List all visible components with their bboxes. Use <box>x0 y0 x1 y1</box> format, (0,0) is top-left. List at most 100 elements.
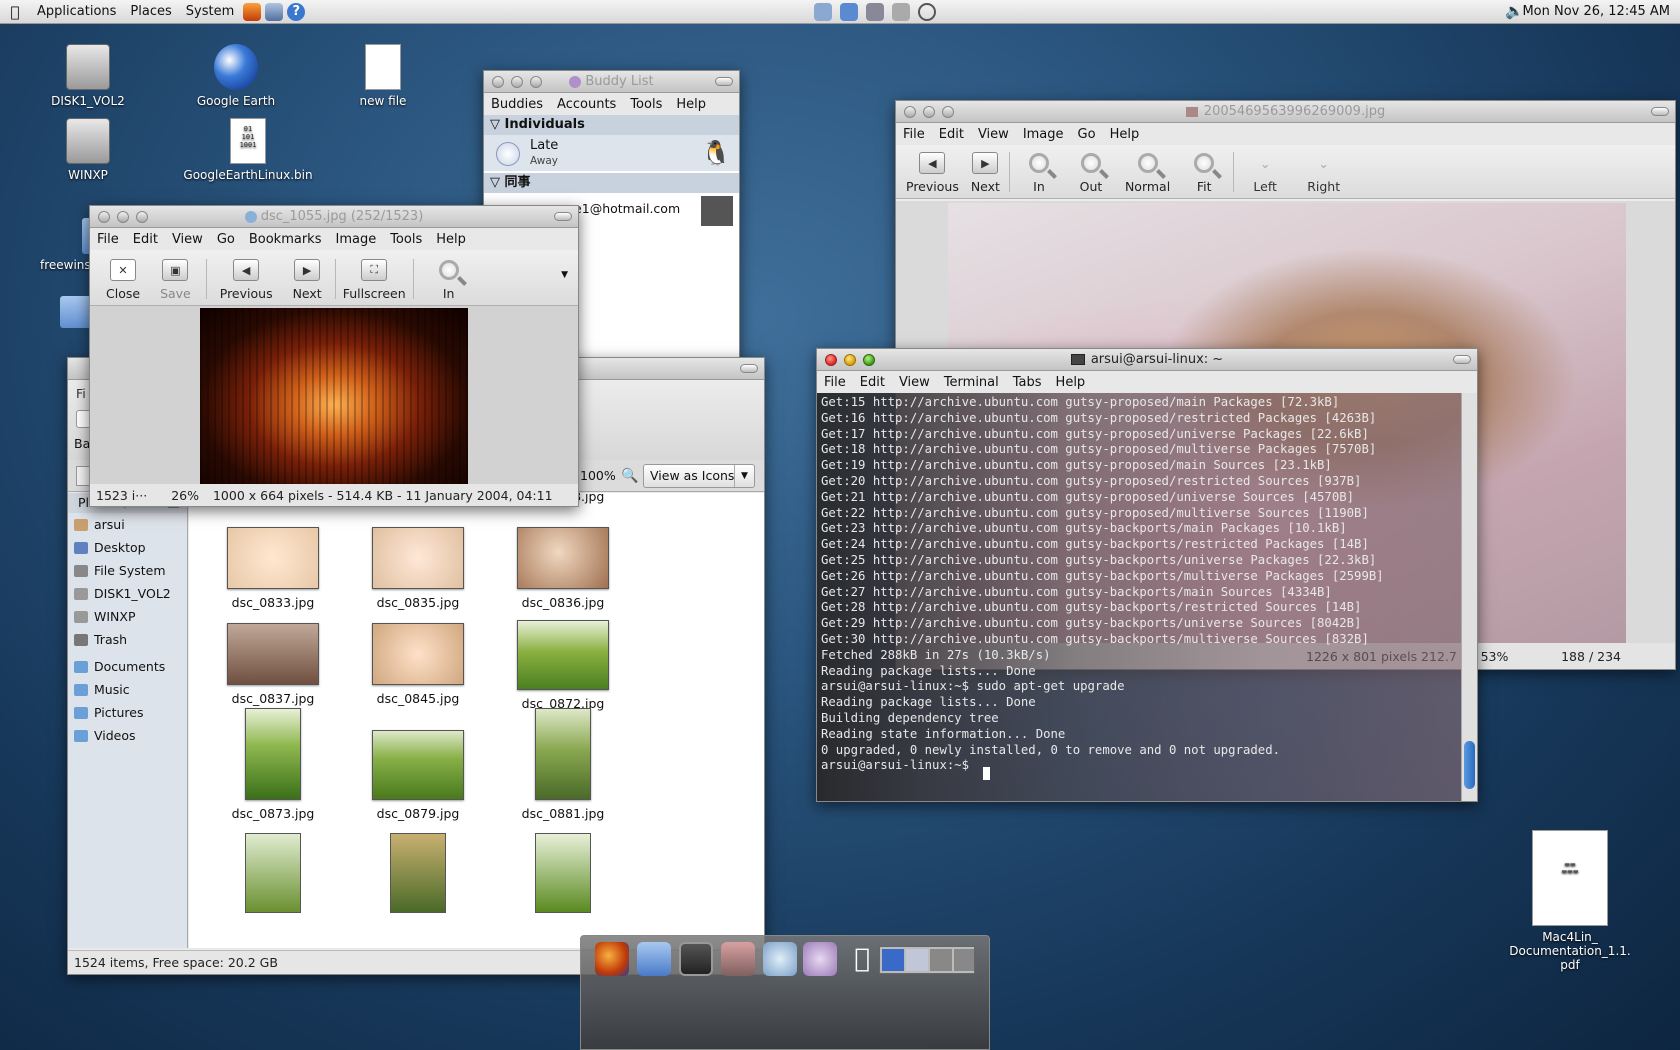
desktop-icon-disk1[interactable]: DISK1_VOL2 <box>28 44 148 108</box>
zoom-normal-button[interactable]: Normal <box>1117 147 1178 198</box>
sidebar-item[interactable]: WINXP <box>68 605 187 628</box>
apple-logo-icon[interactable]:  <box>845 942 879 976</box>
terminal-output[interactable]: Get:15 http://archive.ubuntu.com gutsy-p… <box>817 393 1461 801</box>
sidebar-item[interactable]: arsui <box>68 513 187 536</box>
sidebar-item[interactable]: File System <box>68 559 187 582</box>
desktop-icon-new-file[interactable]: new file <box>323 44 443 108</box>
terminal-dock-icon[interactable] <box>679 942 713 976</box>
sidebar-item[interactable]: Documents <box>68 655 187 678</box>
zoom-in-button[interactable]: In <box>1013 147 1065 198</box>
sidebar-item[interactable]: Desktop <box>68 536 187 559</box>
scrollbar-thumb[interactable] <box>1464 741 1475 789</box>
fullscreen-button[interactable]: ⛶ Fullscreen <box>339 254 410 305</box>
file-item[interactable]: dsc_0873.jpg <box>203 708 343 821</box>
workspace-switcher[interactable] <box>879 946 975 974</box>
menu-view[interactable]: View <box>165 232 210 247</box>
minimize-button[interactable] <box>511 76 523 88</box>
display-applet-icon[interactable] <box>866 3 884 21</box>
sidebar-item[interactable]: Trash <box>68 628 187 651</box>
file-item[interactable]: dsc_0845.jpg <box>348 623 488 706</box>
file-item[interactable]: dsc_0872.jpg <box>493 620 633 711</box>
close-button[interactable] <box>904 106 916 118</box>
volume-icon[interactable]: 🔈 <box>1505 2 1524 20</box>
previous-button[interactable]: ◀ Previous <box>900 147 965 198</box>
menu-buddies[interactable]: Buddies <box>484 97 550 112</box>
file-item[interactable]: dsc_0833.jpg <box>203 527 343 610</box>
file-item[interactable]: dsc_0835.jpg <box>348 527 488 610</box>
file-item[interactable]: dsc_0837.jpg <box>203 623 343 706</box>
menu-accounts[interactable]: Accounts <box>550 97 623 112</box>
menu-help[interactable]: Help <box>1049 375 1093 390</box>
next-button[interactable]: ▶ Next <box>965 147 1006 198</box>
minimize-button[interactable] <box>923 106 935 118</box>
workspace-2[interactable] <box>906 949 928 971</box>
desktop-icon-google-earth[interactable]: Google Earth <box>176 44 296 108</box>
menu-tabs[interactable]: Tabs <box>1006 375 1049 390</box>
menu-tools[interactable]: Tools <box>383 232 429 247</box>
menu-go[interactable]: Go <box>210 232 242 247</box>
eog-titlebar[interactable]: dsc_1055.jpg (252/1523) <box>90 206 578 228</box>
buddy-list-titlebar[interactable]: Buddy List <box>484 71 739 93</box>
system-menu[interactable]: System <box>179 0 241 24</box>
menu-view[interactable]: View <box>971 127 1016 142</box>
save-button[interactable]: ▣ Save <box>148 254 203 305</box>
close-button[interactable] <box>98 211 110 223</box>
next-button[interactable]: ▶ Next <box>283 254 332 305</box>
zoom-in-button[interactable]: In <box>417 254 481 305</box>
maximize-button[interactable] <box>863 354 875 366</box>
file-item[interactable]: dsc_0836.jpg <box>493 527 633 610</box>
group-individuals[interactable]: ▽ Individuals <box>484 115 739 135</box>
minimize-button[interactable] <box>117 211 129 223</box>
sidebar-item[interactable]: Pictures <box>68 701 187 724</box>
toolbar-toggle-button[interactable] <box>1453 355 1471 364</box>
menu-go[interactable]: Go <box>1071 127 1103 142</box>
view-mode-select[interactable]: View as Icons ▼ <box>643 464 755 488</box>
buddy-row-late[interactable]: Late Away 🐧 <box>484 135 739 171</box>
terminal-titlebar[interactable]: arsui@arsui-linux: ~ <box>817 349 1477 371</box>
firefox-launcher-icon[interactable] <box>243 2 262 21</box>
menu-file[interactable]: File <box>817 375 853 390</box>
workspace-3[interactable] <box>930 949 952 971</box>
menu-help[interactable]: Help <box>669 97 713 112</box>
zoom-icon[interactable]: 🔍 <box>621 468 638 484</box>
email-launcher-icon[interactable] <box>265 2 284 21</box>
printer-applet-icon[interactable] <box>892 3 910 21</box>
toolbar-toggle-button[interactable] <box>715 77 733 86</box>
desktop-icon-mac4lin-pdf[interactable]: ▬▬ ▬▬▬ Mac4Lin_ Documentation_1.1. pdf <box>1500 830 1640 972</box>
menu-image[interactable]: Image <box>328 232 383 247</box>
terminal-scrollbar[interactable] <box>1461 393 1477 801</box>
zoom-level[interactable]: 100% <box>580 468 616 483</box>
menu-help[interactable]: Help <box>1103 127 1147 142</box>
menu-edit[interactable]: Edit <box>853 375 892 390</box>
network-applet-icon[interactable] <box>814 3 832 21</box>
maximize-button[interactable] <box>942 106 954 118</box>
workspace-4[interactable] <box>954 949 974 971</box>
menu-edit[interactable]: Edit <box>126 232 165 247</box>
file-item[interactable]: dsc_0879.jpg <box>348 730 488 821</box>
image-viewer-titlebar[interactable]: 2005469563996269009.jpg <box>896 101 1675 123</box>
menu-bookmarks[interactable]: Bookmarks <box>242 232 329 247</box>
menu-tools[interactable]: Tools <box>623 97 669 112</box>
eog-image-canvas[interactable] <box>90 306 578 484</box>
zoom-fit-button[interactable]: Fit <box>1178 147 1230 198</box>
close-button[interactable] <box>492 76 504 88</box>
toolbar-toggle-button[interactable] <box>740 364 758 373</box>
close-image-button[interactable]: ✕ Close <box>98 254 148 305</box>
power-icon[interactable] <box>918 3 936 21</box>
bluetooth-applet-icon[interactable] <box>840 3 858 21</box>
folder-dock-icon[interactable] <box>637 942 671 976</box>
menu-image[interactable]: Image <box>1016 127 1071 142</box>
workspace-1[interactable] <box>882 949 904 971</box>
menu-file[interactable]: File <box>896 127 932 142</box>
rotate-right-button[interactable]: ⌄ Right <box>1293 147 1354 198</box>
applications-menu[interactable]: Applications <box>30 0 123 24</box>
apple-logo-icon[interactable]:  <box>0 3 30 21</box>
pidgin-dock-icon[interactable] <box>803 942 837 976</box>
desktop-icon-googleearth-bin[interactable]: 01 101 1001 GoogleEarthLinux.bin <box>183 118 313 182</box>
menu-terminal[interactable]: Terminal <box>937 375 1006 390</box>
image-thumbnail[interactable] <box>390 833 446 913</box>
help-icon[interactable]: ? <box>287 2 306 21</box>
file-item[interactable]: dsc_0881.jpg <box>493 708 633 821</box>
previous-button[interactable]: ◀ Previous <box>210 254 283 305</box>
sidebar-item[interactable]: DISK1_VOL2 <box>68 582 187 605</box>
